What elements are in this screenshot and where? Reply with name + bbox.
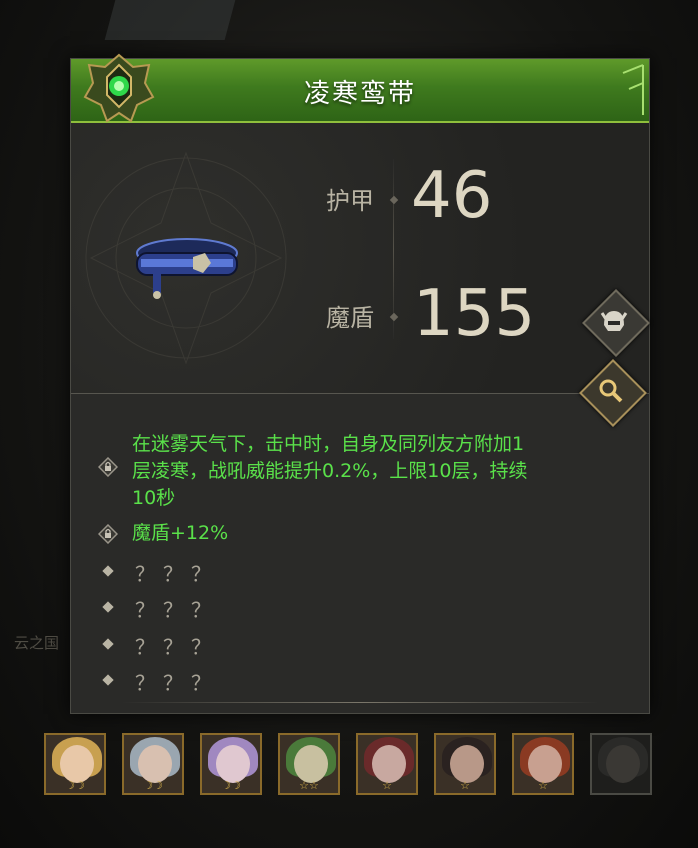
class-button[interactable] bbox=[582, 289, 650, 357]
belt-icon bbox=[136, 238, 238, 299]
star-rating: ☆ bbox=[538, 779, 548, 792]
stats-area: 护甲 46 魔盾 155 bbox=[71, 123, 649, 394]
face-shape bbox=[528, 745, 562, 783]
star-rating: ☽☽ bbox=[221, 779, 241, 792]
item-header: 凌寒鸾带 bbox=[71, 53, 649, 123]
bullet-diamond bbox=[102, 674, 114, 686]
face-shape bbox=[138, 745, 172, 783]
inspect-button[interactable] bbox=[579, 359, 647, 427]
effect-line: 魔盾+12% bbox=[132, 522, 229, 544]
effect-line: 10秒 bbox=[132, 487, 176, 509]
hero-portrait[interactable] bbox=[590, 733, 652, 795]
unknown-effect: ？？？ bbox=[135, 598, 219, 622]
face-shape bbox=[372, 745, 406, 783]
background-label: 云之国 bbox=[14, 634, 60, 652]
item-title: 凌寒鸾带 bbox=[303, 79, 416, 109]
magic-shield-label: 魔盾 bbox=[326, 304, 374, 332]
star-rating: ☽☽ bbox=[65, 779, 85, 792]
bullet-diamond bbox=[102, 565, 114, 577]
hero-portrait[interactable]: ☽☽ bbox=[44, 733, 106, 795]
star-rating: ☽☽ bbox=[143, 779, 163, 792]
hero-portrait[interactable]: ☆ bbox=[512, 733, 574, 795]
magnifier-icon bbox=[599, 379, 623, 403]
face-shape bbox=[294, 745, 328, 783]
background-decoration bbox=[104, 0, 236, 40]
face-shape bbox=[216, 745, 250, 783]
lock-icon bbox=[98, 457, 118, 477]
item-tooltip-panel: 凌寒鸾带 护甲 46 魔盾 155 在迷雾天气下，击中时，自身及同列友方附加1 … bbox=[70, 53, 650, 714]
star-rating: ☆ bbox=[460, 779, 470, 792]
star-rating: ☆ bbox=[382, 779, 392, 792]
stat-bullet bbox=[389, 312, 399, 322]
magic-shield-value: 155 bbox=[413, 277, 536, 351]
hero-portrait[interactable]: ☆ bbox=[356, 733, 418, 795]
hero-portrait[interactable]: ☆☆ bbox=[278, 733, 340, 795]
face-shape bbox=[60, 745, 94, 783]
corner-ornament-icon bbox=[622, 64, 644, 115]
bullet-diamond bbox=[102, 601, 114, 613]
hero-portrait[interactable]: ☽☽ bbox=[122, 733, 184, 795]
effect-line: 层凌寒，战吼威能提升0.2%，上限10层，持续 bbox=[132, 460, 528, 482]
panel-bottom-divider bbox=[121, 702, 599, 703]
hero-portrait[interactable]: ☆ bbox=[434, 733, 496, 795]
unknown-effect: ？？？ bbox=[135, 562, 219, 586]
stat-bullet bbox=[389, 195, 399, 205]
lock-icon bbox=[98, 524, 118, 544]
effect-line: 在迷雾天气下，击中时，自身及同列友方附加1 bbox=[132, 433, 525, 455]
helmet-icon bbox=[600, 311, 628, 331]
star-rating: ☆☆ bbox=[299, 779, 319, 792]
face-shape bbox=[450, 745, 484, 783]
armor-label: 护甲 bbox=[326, 187, 374, 215]
hero-portrait[interactable]: ☽☽ bbox=[200, 733, 262, 795]
face-shape bbox=[606, 745, 640, 783]
unknown-effect: ？？？ bbox=[135, 635, 219, 659]
bullet-diamond bbox=[102, 638, 114, 650]
unknown-effect: ？？？ bbox=[135, 671, 219, 695]
armor-value: 46 bbox=[411, 159, 493, 233]
